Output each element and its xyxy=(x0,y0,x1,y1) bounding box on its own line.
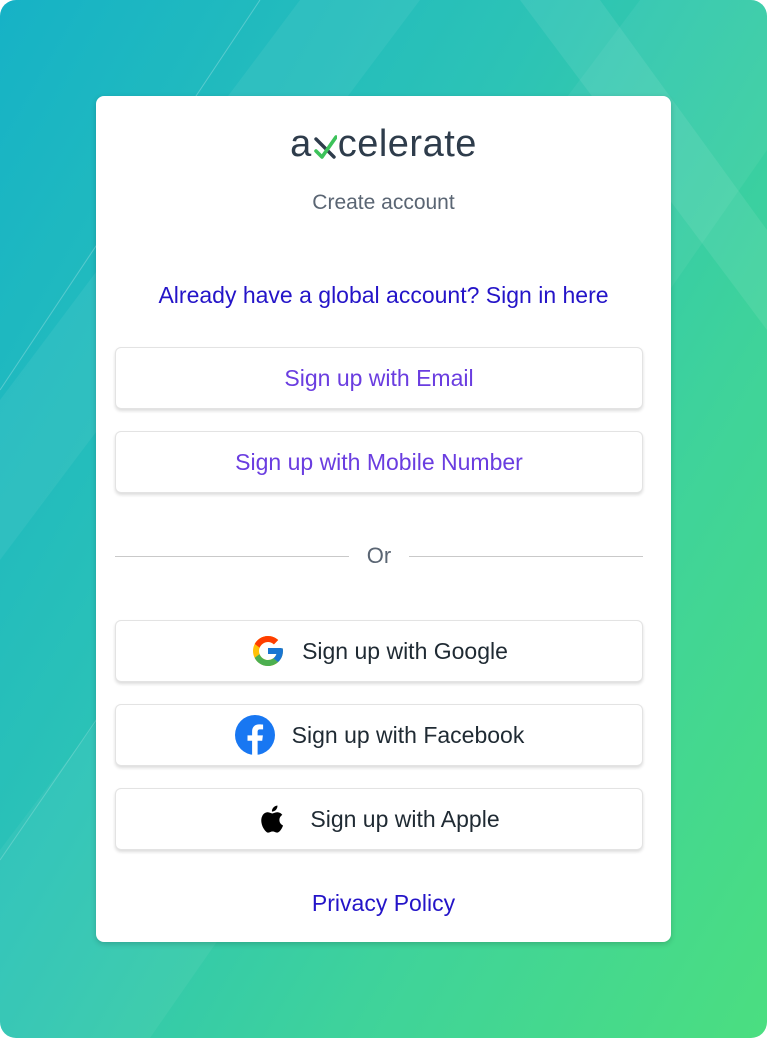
facebook-icon xyxy=(234,714,276,756)
logo-prefix: a xyxy=(290,123,312,165)
signup-apple-label: Sign up with Apple xyxy=(310,805,500,832)
page-subtitle: Create account xyxy=(312,191,455,214)
sign-in-link[interactable]: Already have a global account? Sign in h… xyxy=(0,280,767,310)
signup-apple-button[interactable]: Sign up with Apple xyxy=(115,788,643,850)
signup-email-button[interactable]: Sign up with Email xyxy=(115,347,643,409)
google-icon xyxy=(250,633,286,669)
or-divider: Or xyxy=(115,540,643,572)
x-check-mark-icon xyxy=(313,135,337,159)
signup-facebook-button[interactable]: Sign up with Facebook xyxy=(115,704,643,766)
signup-mobile-button[interactable]: Sign up with Mobile Number xyxy=(115,431,643,493)
signup-email-label: Sign up with Email xyxy=(284,364,474,391)
signup-facebook-label: Sign up with Facebook xyxy=(291,721,525,748)
divider-line-right xyxy=(409,556,643,557)
brand-logo: a celerate xyxy=(0,118,767,170)
apple-icon xyxy=(258,804,284,834)
signup-google-label: Sign up with Google xyxy=(302,637,508,664)
privacy-policy-link[interactable]: Privacy Policy xyxy=(0,888,767,918)
logo-suffix: celerate xyxy=(337,123,477,165)
signup-mobile-label: Sign up with Mobile Number xyxy=(235,448,523,475)
signup-google-button[interactable]: Sign up with Google xyxy=(115,620,643,682)
